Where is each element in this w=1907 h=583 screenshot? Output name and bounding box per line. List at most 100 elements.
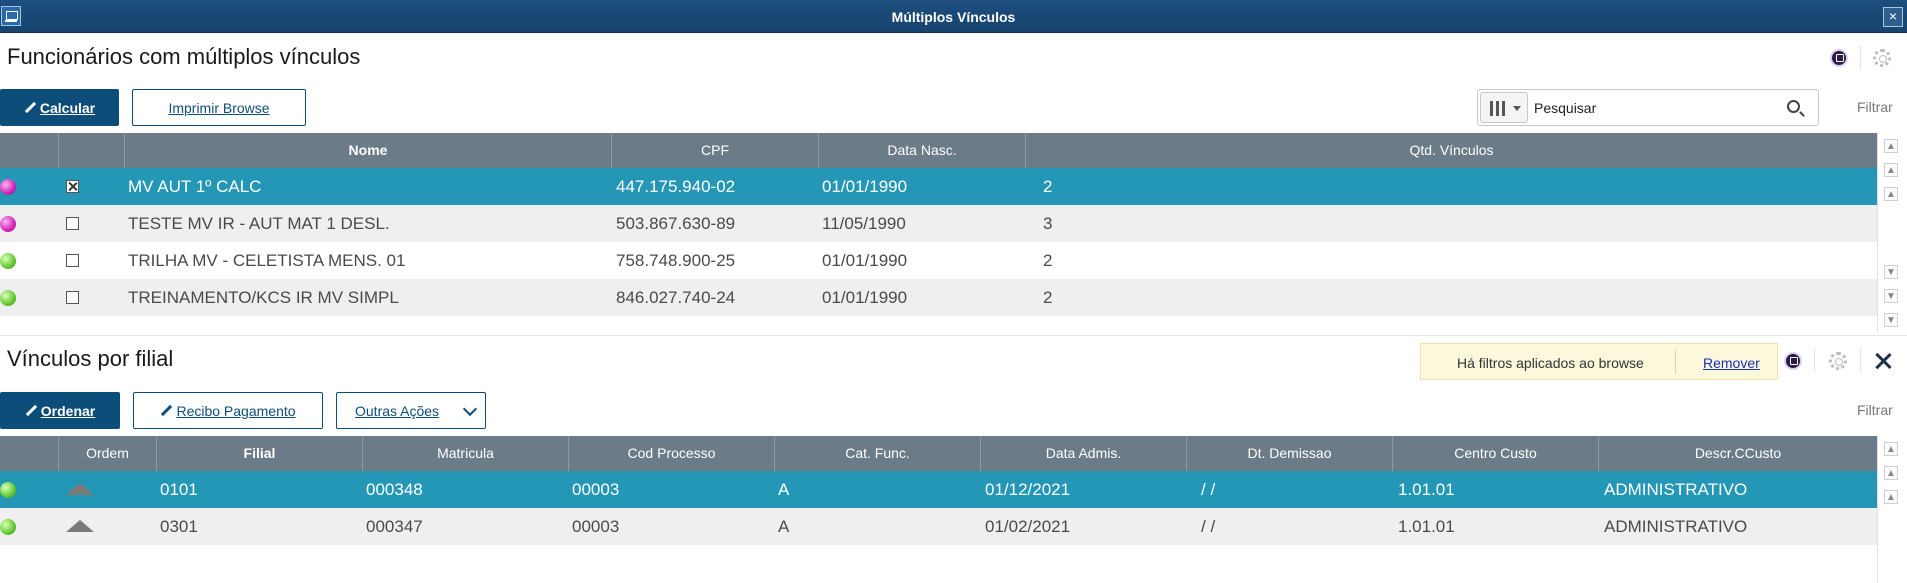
window-title: Múltiplos Vínculos [891,9,1016,25]
header-ordem[interactable]: Ordem [58,436,156,471]
header-cat-func[interactable]: Cat. Func. [774,436,980,471]
table-row[interactable]: TESTE MV IR - AUT MAT 1 DESL. 503.867.63… [0,205,1877,242]
chevron-down-icon [462,401,478,417]
pencil-icon [25,405,37,417]
top-table-scrollbar[interactable]: ▲ ▲ ▲ ▼ ▼ ▼ [1877,133,1903,333]
cell-filial: 0301 [160,517,198,536]
profile-icon[interactable] [1784,352,1802,370]
filter-link-top[interactable]: Filtrar [1857,99,1893,115]
scroll-down-icon[interactable]: ▼ [1884,265,1898,279]
ordenar-button[interactable]: Ordenar [0,392,120,429]
scroll-first-icon[interactable]: ▲ [1884,442,1898,456]
pencil-icon [24,102,36,114]
outras-acoes-dropdown[interactable]: Outras Ações [336,392,486,429]
remove-filter-link[interactable]: Remover [1703,355,1760,371]
row-checkbox[interactable] [66,291,79,304]
cell-cod-processo: 00003 [572,480,620,499]
header-descr-ccusto[interactable]: Descr.CCusto [1598,436,1877,471]
window-close-button[interactable]: × [1883,7,1903,27]
scroll-page-up-icon[interactable]: ▲ [1884,163,1898,177]
cell-cat-func: A [778,517,790,536]
search-input[interactable] [1534,96,1764,120]
ordenar-label: Ordenar [40,402,96,419]
outras-acoes-label: Outras Ações [355,402,440,419]
header-filial[interactable]: Filial [156,436,362,471]
header-centro-custo[interactable]: Centro Custo [1392,436,1598,471]
calcular-button[interactable]: Calcular [0,89,119,126]
header-qtd-vinculos[interactable]: Qtd. Vínculos [1025,133,1877,168]
gear-icon[interactable] [1829,352,1847,370]
cell-matricula: 000348 [366,480,423,499]
profile-icon[interactable] [1830,49,1848,67]
cell-dt-demissao: / / [1201,480,1216,499]
column-selector-button[interactable] [1480,92,1528,123]
status-legend-icon[interactable] [0,216,16,232]
cell-cpf: 447.175.940-02 [616,177,736,196]
table-row[interactable]: MV AUT 1º CALC 447.175.940-02 01/01/1990… [0,168,1877,205]
imprimir-browse-button[interactable]: Imprimir Browse [132,89,306,126]
filter-link-bottom[interactable]: Filtrar [1857,402,1893,418]
status-legend-icon[interactable] [0,519,16,535]
cell-data-admis: 01/02/2021 [985,517,1071,536]
header-nome[interactable]: Nome [124,133,611,168]
window-title-bar: Múltiplos Vínculos × [0,0,1907,33]
scroll-up-icon[interactable]: ▲ [1884,490,1898,504]
recibo-pagamento-label: Recibo Pagamento [176,402,296,419]
scroll-up-icon[interactable]: ▲ [1884,187,1898,201]
table-header: Nome CPF Data Nasc. Qtd. Vínculos [0,133,1877,168]
status-legend-icon[interactable] [0,290,16,306]
notice-divider [1675,349,1676,374]
cell-qtd: 3 [1043,214,1053,233]
status-legend-icon[interactable] [0,179,16,195]
order-triangle-icon[interactable] [66,483,94,497]
table-row[interactable]: 0301 000347 00003 A 01/02/2021 / / 1.01.… [0,508,1877,545]
cell-dt-demissao: / / [1201,517,1216,536]
cell-cat-func: A [778,480,790,499]
scroll-page-down-icon[interactable]: ▼ [1884,289,1898,303]
cell-data-admis: 01/12/2021 [985,480,1071,499]
row-checkbox[interactable] [66,217,79,230]
separator [1814,348,1815,372]
cell-filial: 0101 [160,480,198,499]
header-data-nasc[interactable]: Data Nasc. [818,133,1025,168]
header-matricula[interactable]: Matricula [362,436,568,471]
recibo-pagamento-button[interactable]: Recibo Pagamento [133,392,323,429]
header-data-admis[interactable]: Data Admis. [980,436,1186,471]
cell-nome: MV AUT 1º CALC [128,177,262,196]
gear-icon[interactable] [1873,49,1891,67]
cell-qtd: 2 [1043,288,1053,307]
cell-nome: TESTE MV IR - AUT MAT 1 DESL. [128,214,390,233]
table-row[interactable]: TREINAMENTO/KCS IR MV SIMPL 846.027.740-… [0,279,1877,316]
scroll-first-icon[interactable]: ▲ [1884,139,1898,153]
table-row[interactable]: 0101 000348 00003 A 01/12/2021 / / 1.01.… [0,471,1877,508]
cell-descr-ccusto: ADMINISTRATIVO [1604,517,1748,536]
row-checkbox[interactable] [66,254,79,267]
pencil-icon [160,405,172,417]
table-header: Ordem Filial Matricula Cod Processo Cat.… [0,436,1877,471]
top-section-title: Funcionários com múltiplos vínculos [7,44,361,69]
header-status [0,133,58,168]
vinculos-table: Ordem Filial Matricula Cod Processo Cat.… [0,436,1877,583]
employees-table: Nome CPF Data Nasc. Qtd. Vínculos MV AUT… [0,133,1877,333]
header-dt-demissao[interactable]: Dt. Demissao [1186,436,1392,471]
status-legend-icon[interactable] [0,253,16,269]
header-cod-processo[interactable]: Cod Processo [568,436,774,471]
close-icon[interactable] [1874,352,1892,370]
filter-notice-message: Há filtros aplicados ao browse [1457,355,1644,371]
status-legend-icon[interactable] [0,482,16,498]
order-triangle-icon[interactable] [66,520,94,534]
cell-cod-processo: 00003 [572,517,620,536]
search-icon[interactable] [1787,100,1800,113]
scroll-page-up-icon[interactable]: ▲ [1884,466,1898,480]
caret-down-icon [1513,106,1521,111]
row-checkbox[interactable] [66,180,79,193]
cell-qtd: 2 [1043,251,1053,270]
bottom-table-scrollbar[interactable]: ▲ ▲ ▲ [1877,436,1903,583]
table-row[interactable]: TRILHA MV - CELETISTA MENS. 01 758.748.9… [0,242,1877,279]
bottom-section-title: Vínculos por filial [7,346,174,371]
cell-centro-custo: 1.01.01 [1398,480,1455,499]
cell-data-nasc: 01/01/1990 [822,177,908,196]
header-cpf[interactable]: CPF [611,133,818,168]
filter-notice: Há filtros aplicados ao browse Remover [1420,343,1778,380]
scroll-last-icon[interactable]: ▼ [1884,313,1898,327]
